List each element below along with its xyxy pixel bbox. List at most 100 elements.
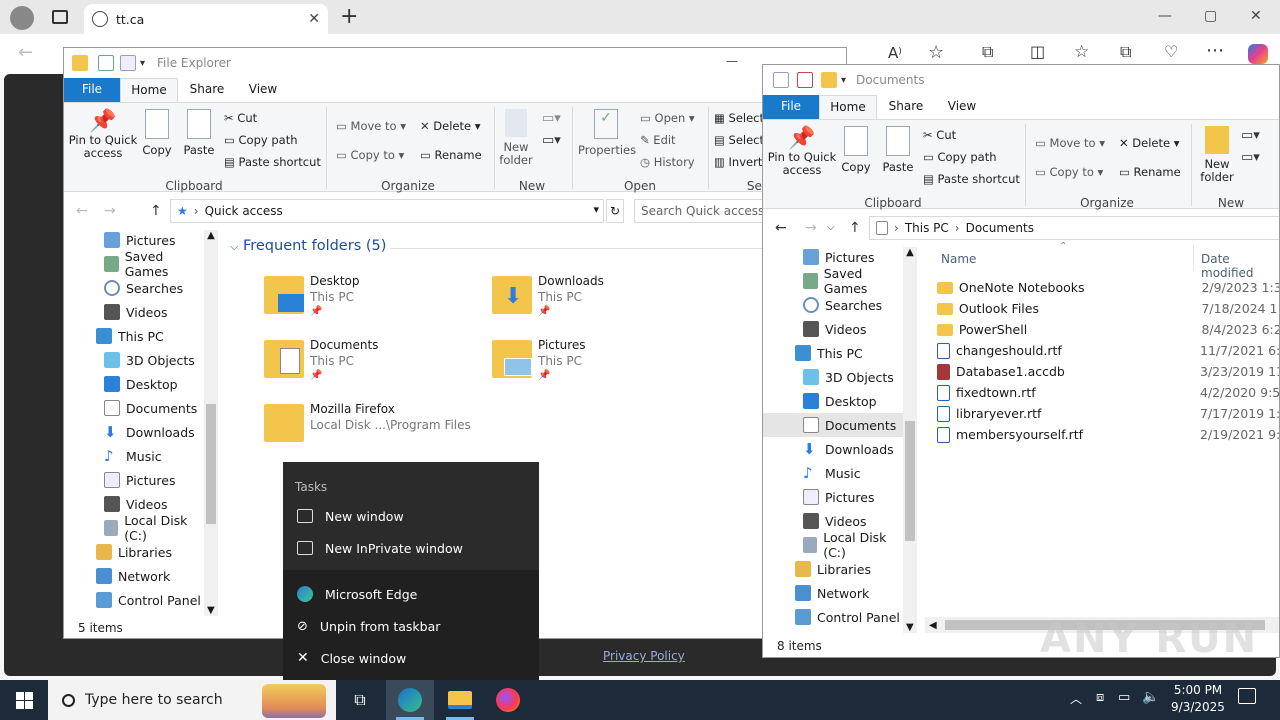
history-button[interactable]: ◷ History: [640, 155, 695, 169]
nav-item-searches[interactable]: Searches: [763, 293, 903, 317]
close-tab-icon[interactable]: ✕: [308, 11, 320, 27]
invert-selection-button[interactable]: ▥ Invert: [714, 155, 762, 169]
nav-item-this-pc[interactable]: This PC: [64, 324, 204, 348]
paste-button[interactable]: Paste: [182, 109, 216, 157]
scroll-up-icon[interactable]: ▲: [903, 247, 917, 258]
list-item[interactable]: fixedtown.rtf4/2/2020 9:55 P: [937, 382, 1279, 403]
pin-quick-access-button[interactable]: 📌 Pin to Quick access: [767, 126, 837, 177]
easy-access-icon[interactable]: ▭▾: [1241, 150, 1260, 165]
move-to-button[interactable]: ▭ Move to ▾: [1035, 136, 1105, 150]
folder-tile-pictures[interactable]: Pictures This PC 📌: [492, 338, 692, 388]
unpin-from-taskbar-menu-item[interactable]: ⊘ Unpin from taskbar: [283, 610, 539, 642]
back-button[interactable]: ←: [76, 203, 88, 219]
nav-item-saved-games[interactable]: Saved Games: [64, 249, 204, 279]
undo-quick-icon[interactable]: [797, 72, 813, 88]
new-folder-quick-icon[interactable]: [120, 55, 136, 71]
clock-time[interactable]: 5:00 PM: [1170, 683, 1226, 697]
read-aloud-icon[interactable]: A⁾: [888, 44, 902, 62]
tab-share[interactable]: Share: [877, 95, 935, 119]
nav-item-3d-objects[interactable]: 3D Objects: [763, 365, 903, 389]
copy-button[interactable]: Copy: [839, 126, 873, 174]
nav-item-desktop[interactable]: Desktop: [64, 372, 204, 396]
frequent-folders-header[interactable]: ⌵ Frequent folders (5): [230, 238, 386, 254]
scroll-thumb[interactable]: [905, 421, 915, 541]
more-icon[interactable]: ⋯: [1206, 40, 1224, 61]
properties-quick-icon[interactable]: [98, 55, 114, 71]
refresh-button[interactable]: ↻: [606, 199, 624, 223]
network-status-icon[interactable]: ▭: [1118, 690, 1130, 705]
nav-scrollbar[interactable]: ▲ ▼: [204, 230, 218, 616]
nav-item-control-panel[interactable]: Control Panel: [763, 605, 903, 629]
nav-item-this-pc[interactable]: This PC: [763, 341, 903, 365]
show-hidden-icons[interactable]: ︿: [1070, 690, 1082, 707]
column-header-name[interactable]: Name: [941, 252, 976, 266]
address-bar[interactable]: ★ › Quick access ▾: [170, 199, 604, 223]
folder-tile-mozilla-firefox[interactable]: Mozilla Firefox Local Disk ...\Program F…: [264, 402, 484, 448]
nav-item-pictures-pc[interactable]: Pictures: [64, 468, 204, 492]
volume-icon[interactable]: 🔈: [1142, 689, 1159, 705]
rename-button[interactable]: ▭ Rename: [420, 148, 482, 162]
new-folder-button[interactable]: New folder: [498, 109, 534, 167]
nav-item-desktop[interactable]: Desktop: [763, 389, 903, 413]
tab-share[interactable]: Share: [178, 78, 236, 102]
customize-qat-icon[interactable]: ▾: [140, 58, 145, 69]
favorites-icon[interactable]: ☆: [1074, 42, 1089, 62]
paste-button[interactable]: Paste: [881, 126, 915, 174]
profile-avatar[interactable]: [10, 6, 34, 30]
move-to-button[interactable]: ▭ Move to ▾: [336, 119, 406, 133]
edit-button[interactable]: ✎ Edit: [640, 133, 676, 147]
scroll-left-icon[interactable]: ◀: [925, 620, 937, 631]
address-dropdown-icon[interactable]: ▾: [593, 203, 599, 216]
new-window-menu-item[interactable]: New window: [283, 500, 539, 532]
nav-item-documents[interactable]: Documents: [763, 413, 903, 437]
copy-to-button[interactable]: ▭ Copy to ▾: [336, 148, 404, 162]
nav-item-control-panel[interactable]: Control Panel: [64, 588, 204, 612]
new-tab-icon[interactable]: +: [340, 4, 358, 29]
list-item[interactable]: changeshould.rtf11/7/2021 6:33: [937, 340, 1279, 361]
extensions-icon[interactable]: ⧉: [982, 42, 993, 62]
paste-shortcut-button[interactable]: ▤ Paste shortcut: [923, 172, 1020, 186]
breadcrumb-documents[interactable]: Documents: [966, 221, 1034, 235]
properties-quick-icon[interactable]: [773, 72, 789, 88]
scroll-down-icon[interactable]: ▼: [906, 622, 914, 633]
close-window-icon[interactable]: ✕: [1250, 8, 1262, 24]
tab-view[interactable]: View: [935, 95, 989, 119]
favorite-star-icon[interactable]: ☆: [928, 42, 944, 63]
nav-item-saved-games[interactable]: Saved Games: [763, 266, 903, 296]
back-button[interactable]: ←: [775, 220, 787, 236]
list-item[interactable]: Outlook Files7/18/2024 11:16: [937, 298, 1279, 319]
nav-item-music[interactable]: ♪ Music: [64, 444, 204, 468]
delete-button[interactable]: ✕ Delete ▾: [420, 119, 481, 133]
address-bar[interactable]: › This PC › Documents: [869, 216, 1279, 240]
start-button[interactable]: [0, 680, 48, 720]
column-header-date-modified[interactable]: Date modified: [1201, 252, 1279, 280]
nav-item-downloads[interactable]: ⬇ Downloads: [64, 420, 204, 444]
nav-item-network[interactable]: Network: [763, 581, 903, 605]
folder-tile-desktop[interactable]: Desktop This PC 📌: [264, 274, 464, 324]
back-icon[interactable]: ←: [18, 42, 33, 63]
up-button[interactable]: ↑: [150, 203, 162, 219]
rename-button[interactable]: ▭ Rename: [1119, 165, 1181, 179]
new-item-icon[interactable]: ▭▾: [542, 111, 561, 126]
select-none-button[interactable]: ▤ Select: [714, 133, 764, 147]
nav-item-pictures-pc[interactable]: Pictures: [763, 485, 903, 509]
copy-path-button[interactable]: ▭ Copy path: [923, 150, 997, 164]
minimize-icon[interactable]: —: [1158, 8, 1172, 24]
nav-item-music[interactable]: ♪ Music: [763, 461, 903, 485]
scroll-thumb[interactable]: [206, 404, 216, 524]
nav-item-searches[interactable]: Searches: [64, 276, 204, 300]
nav-item-videos[interactable]: Videos: [64, 300, 204, 324]
nav-item-libraries[interactable]: Libraries: [763, 557, 903, 581]
nav-item-local-disk[interactable]: Local Disk (C:): [763, 530, 903, 560]
tab-home[interactable]: Home: [120, 78, 178, 102]
copy-button[interactable]: Copy: [140, 109, 174, 157]
taskbar-file-explorer-button[interactable]: [436, 680, 484, 720]
list-item[interactable]: Database1.accdb3/23/2019 11:47: [937, 361, 1279, 382]
folder-tile-downloads[interactable]: ⬇ Downloads This PC 📌: [492, 274, 692, 324]
copy-path-button[interactable]: ▭ Copy path: [224, 133, 298, 147]
taskbar-edge-button[interactable]: [386, 680, 434, 720]
open-button[interactable]: ▭ Open ▾: [640, 111, 695, 125]
vpn-icon[interactable]: ⧈: [1096, 690, 1104, 705]
list-item[interactable]: OneNote Notebooks2/9/2023 1:36 P: [937, 277, 1279, 298]
maximize-icon[interactable]: ▢: [1204, 8, 1217, 24]
